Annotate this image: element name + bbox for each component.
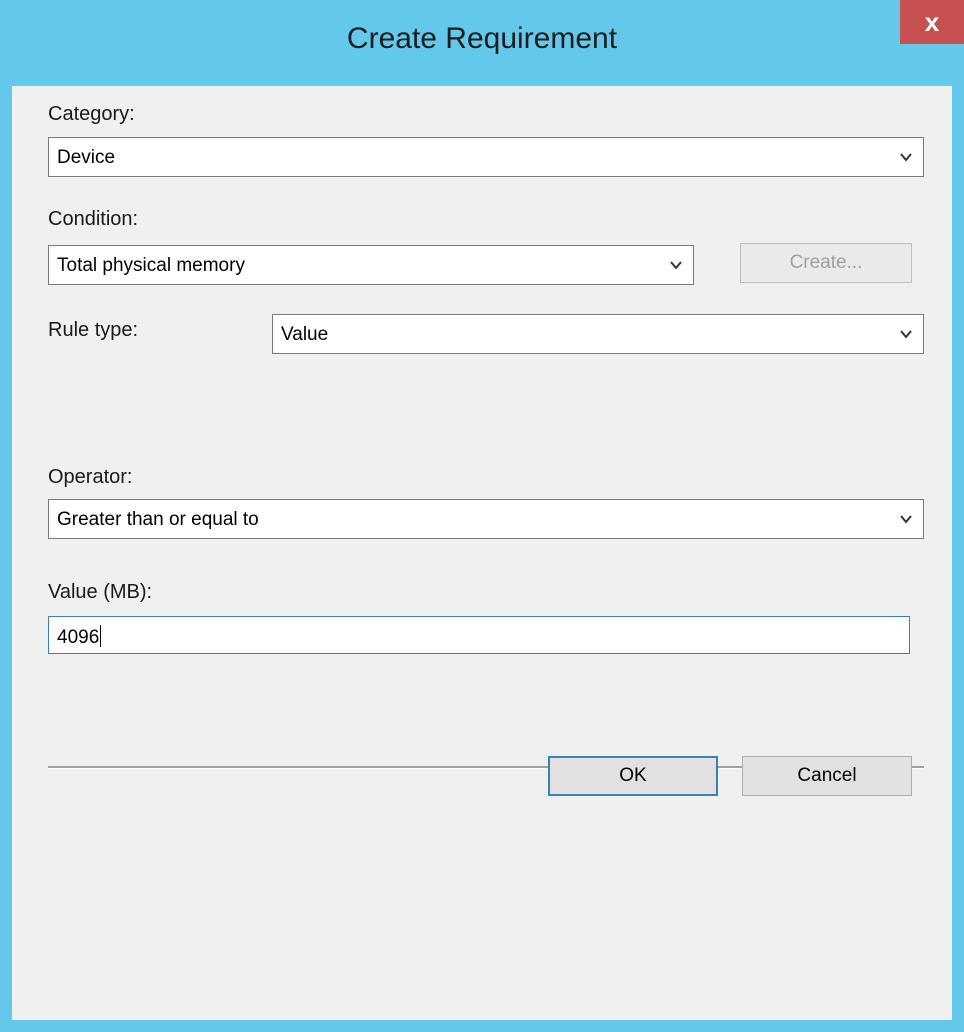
title-bar[interactable]: Create Requirement x xyxy=(0,0,964,86)
ok-button[interactable]: OK xyxy=(548,756,718,796)
rule-type-label: Rule type: xyxy=(48,319,139,341)
operator-dropdown[interactable]: Greater than or equal to xyxy=(48,499,924,539)
rule-type-value: Value xyxy=(281,324,329,345)
category-value: Device xyxy=(57,147,116,168)
value-input[interactable]: 4096 xyxy=(48,616,910,654)
condition-value: Total physical memory xyxy=(57,255,245,276)
create-button[interactable]: Create... xyxy=(740,243,912,283)
value-text: 4096 xyxy=(57,627,100,648)
condition-label: Condition: xyxy=(48,208,139,230)
rule-type-dropdown[interactable]: Value xyxy=(272,314,924,354)
dialog-window: Create Requirement x Category: Device Co… xyxy=(0,0,964,1032)
condition-dropdown[interactable]: Total physical memory xyxy=(48,245,694,285)
value-label: Value (MB): xyxy=(48,581,153,603)
chevron-down-icon xyxy=(900,330,912,339)
operator-value: Greater than or equal to xyxy=(57,509,259,530)
dialog-body: Category: Device Condition: Total physic… xyxy=(12,86,952,1020)
cancel-button[interactable]: Cancel xyxy=(742,756,912,796)
close-icon: x xyxy=(924,6,940,37)
text-caret xyxy=(100,625,102,647)
chevron-down-icon xyxy=(900,153,912,162)
close-button[interactable]: x xyxy=(900,0,964,44)
chevron-down-icon xyxy=(900,515,912,524)
dialog-title: Create Requirement xyxy=(346,22,618,55)
category-label: Category: xyxy=(48,103,135,125)
chevron-down-icon xyxy=(670,261,682,270)
operator-label: Operator: xyxy=(48,466,133,488)
category-dropdown[interactable]: Device xyxy=(48,137,924,177)
